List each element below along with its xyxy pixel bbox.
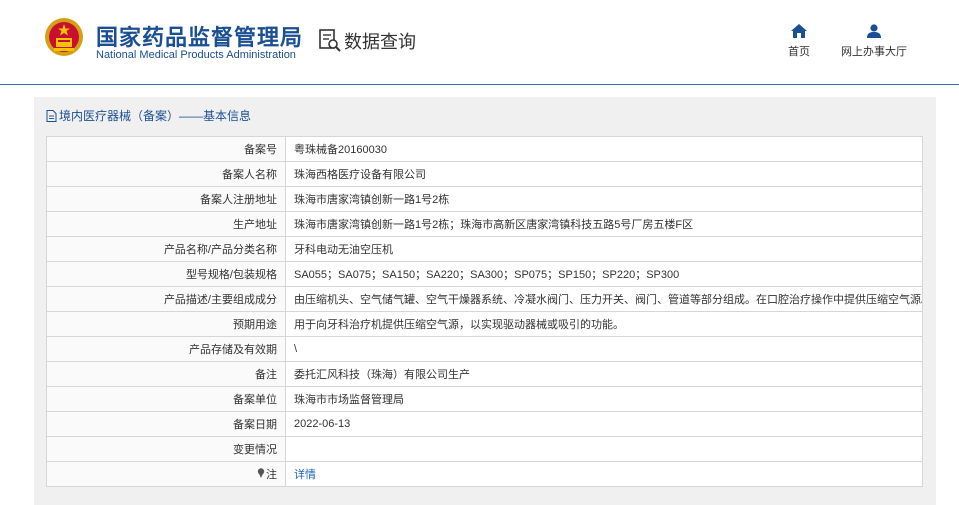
nav-online-hall-label: 网上办事大厅 [841,46,907,58]
row-value: 珠海市唐家湾镇创新一路1号2栋；珠海市高新区唐家湾镇科技五路5号厂房五楼F区 [285,211,923,237]
row-label: 预期用途 [46,311,286,337]
row-value: SA055；SA075；SA150；SA220；SA300；SP075；SP15… [285,261,923,287]
row-label: 产品存储及有效期 [46,336,286,362]
table-row: 备案人注册地址 珠海市唐家湾镇创新一路1号2栋 [46,186,923,212]
detail-panel: 境内医疗器械（备案）——基本信息 备案号 粤珠械备20160030 备案人名称 珠海西… [34,97,936,505]
row-label: 备案单位 [46,386,286,412]
row-label: 备注 [46,361,286,387]
detail-table: 备案号 粤珠械备20160030 备案人名称 珠海西格医疗设备有限公司 备案人注册地址珠… [46,136,923,487]
row-label: 备案号 [46,136,286,162]
detail-table-wrap: 备案号 粤珠械备20160030 备案人名称 珠海西格医疗设备有限公司 备案人注册地址珠… [46,136,923,487]
row-label: 生产地址 [46,211,286,237]
home-icon [791,24,807,38]
nav-home[interactable]: 首页 [785,24,813,59]
row-label: 变更情况 [46,436,286,462]
row-label: 产品名称/产品分类名称 [46,236,286,262]
table-row: 产品存储及有效期 \ [46,336,923,362]
data-query-link[interactable]: 数据查询 [319,28,416,54]
row-value: 2022-06-13 [285,411,923,437]
document-icon [46,109,57,122]
table-row: 变更情况 [46,436,923,462]
row-value: 珠海西格医疗设备有限公司 [285,161,923,187]
row-value: 由压缩机头、空气储气罐、空气干燥器系统、冷凝水阀门、压力开关、阀门、管道等部分组… [285,286,923,312]
org-name-cn: 国家药品监督管理局 [96,25,304,50]
nav-home-label: 首页 [788,46,810,58]
table-row: 产品名称/产品分类名称 牙科电动无油空压机 [46,236,923,262]
row-value: 牙科电动无油空压机 [285,236,923,262]
table-row: 预期用途 用于向牙科治疗机提供压缩空气源，以实现驱动器械或吸引的功能。 [46,311,923,337]
table-row: 生产地址 珠海市唐家湾镇创新一路1号2栋；珠海市高新区唐家湾镇科技五路5号厂房五楼… [46,211,923,237]
nav-online-hall[interactable]: 网上办事大厅 [838,24,910,59]
row-label: 型号规格/包装规格 [46,261,286,287]
row-value: 珠海市市场监督管理局 [285,386,923,412]
row-label: 备案日期 [46,411,286,437]
site-header: 国家药品监督管理局 National Medical Products Admi… [0,0,959,85]
panel-title: 境内医疗器械（备案）——基本信息 [46,107,251,124]
row-value: 用于向牙科治疗机提供压缩空气源，以实现驱动器械或吸引的功能。 [285,311,923,337]
row-value: \ [285,336,923,362]
note-label: 注 [266,469,277,481]
document-search-icon [319,29,341,52]
pin-icon [257,468,265,478]
data-query-label: 数据查询 [344,32,416,52]
org-name-en: National Medical Products Administration [96,49,296,61]
row-label: 注 [46,461,286,487]
row-value: 详情 [285,461,923,487]
row-label: 备案人注册地址 [46,186,286,212]
table-row-note: 注 详情 [46,461,923,487]
table-row: 备案日期 2022-06-13 [46,411,923,437]
row-value [285,436,923,462]
table-row: 产品描述/主要组成成分 由压缩机头、空气储气罐、空气干燥器系统、冷凝水阀门、压力开… [46,286,923,312]
details-link[interactable]: 详情 [294,469,316,481]
table-row: 型号规格/包装规格 SA055；SA075；SA150；SA220；SA300；S… [46,261,923,287]
row-value: 珠海市唐家湾镇创新一路1号2栋 [285,186,923,212]
panel-title-text: 境内医疗器械（备案）——基本信息 [59,109,252,123]
row-value: 粤珠械备20160030 [285,136,923,162]
table-row: 备案号 粤珠械备20160030 [46,136,923,162]
national-emblem-icon [45,18,83,56]
row-label: 备案人名称 [46,161,286,187]
table-row: 备注 委托汇风科技（珠海）有限公司生产 [46,361,923,387]
table-row: 备案单位 珠海市市场监督管理局 [46,386,923,412]
row-label: 产品描述/主要组成成分 [46,286,286,312]
table-row: 备案人名称 珠海西格医疗设备有限公司 [46,161,923,187]
user-icon [867,24,881,38]
row-value: 委托汇风科技（珠海）有限公司生产 [285,361,923,387]
